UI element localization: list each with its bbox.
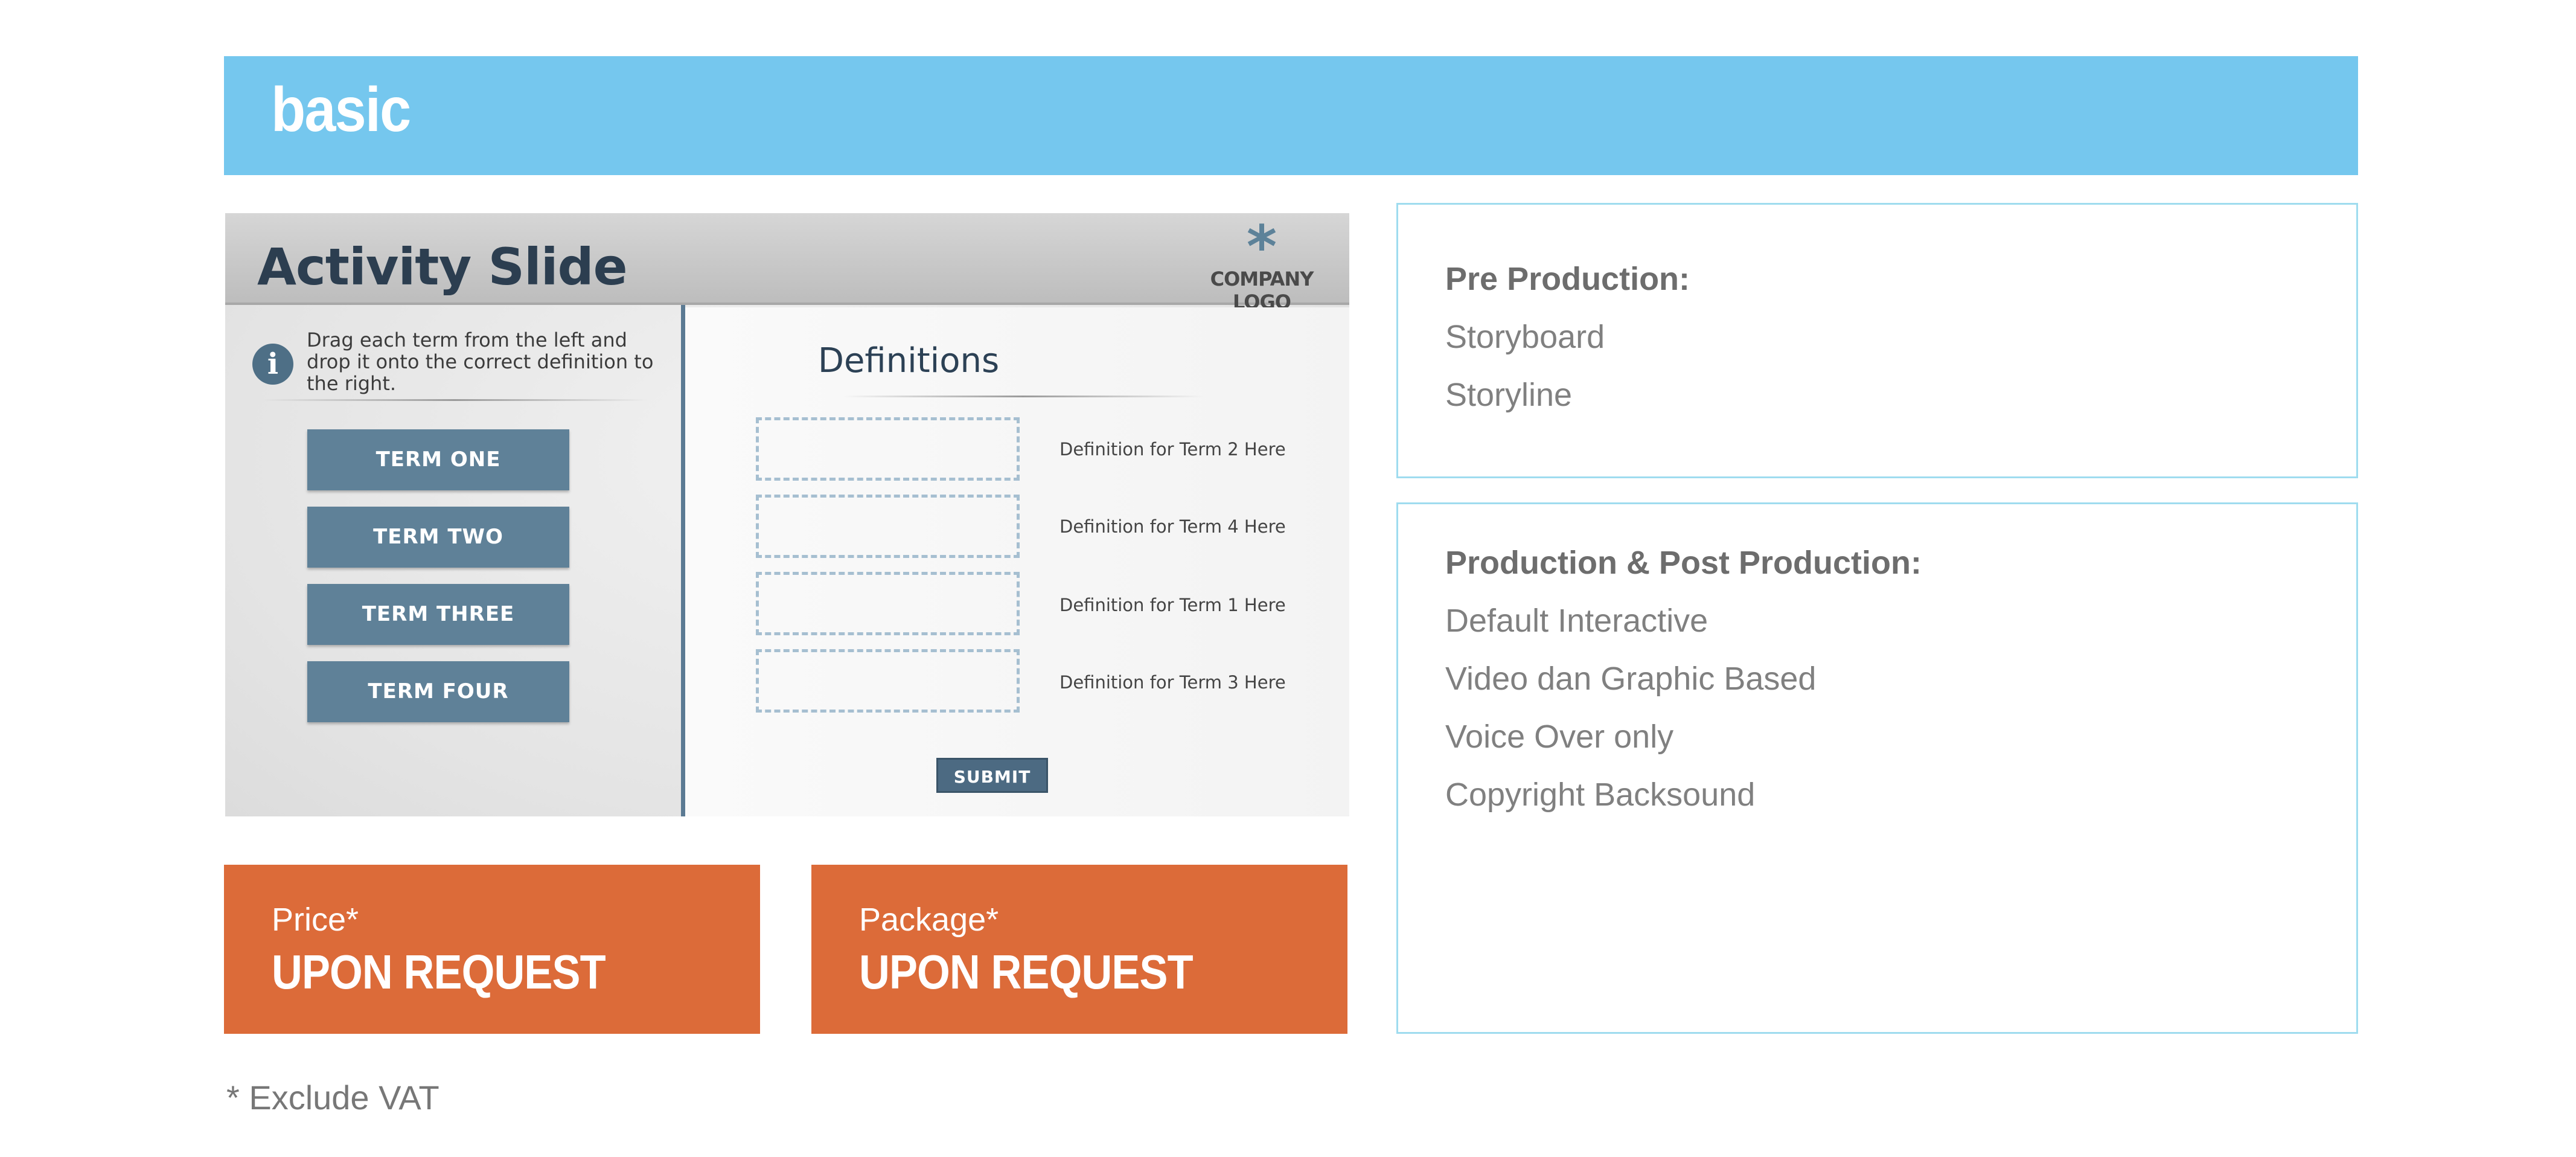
production-item: Video dan Graphic Based: [1445, 661, 1817, 697]
slide-title: Activity Slide: [257, 237, 628, 296]
pre-production-item: Storyboard: [1445, 319, 1605, 355]
vat-footnote: * Exclude VAT: [226, 1078, 439, 1117]
production-item: Default Interactive: [1445, 603, 1708, 639]
pre-production-item: Storyline: [1445, 377, 1573, 413]
drop-target-2[interactable]: [756, 495, 1020, 558]
production-heading: Production & Post Production:: [1445, 545, 1922, 581]
definition-3: Definition for Term 1 Here: [1059, 595, 1286, 615]
instruction-text: Drag each term from the left and drop it…: [307, 329, 654, 395]
activity-slide-preview: Activity Slide * COMPANY LOGO i Drag eac…: [225, 213, 1349, 816]
package-value: UPON REQUEST: [859, 945, 1194, 999]
term-three-tile[interactable]: TERM THREE: [307, 584, 569, 645]
price-box: Price* UPON REQUEST: [224, 865, 760, 1034]
drop-target-1[interactable]: [756, 417, 1020, 481]
definition-2: Definition for Term 4 Here: [1059, 516, 1286, 537]
pre-production-panel: Pre Production: Storyboard Storyline: [1396, 203, 2358, 478]
production-item: Voice Over only: [1445, 719, 1674, 755]
company-logo: * COMPANY LOGO: [1189, 218, 1334, 313]
package-label: Package*: [859, 902, 999, 938]
term-four-tile[interactable]: TERM FOUR: [307, 661, 569, 722]
header-bar: basic: [224, 56, 2358, 175]
company-logo-text: COMPANY LOGO: [1210, 268, 1314, 313]
definitions-title: Definitions: [817, 341, 1000, 380]
production-panel: Production & Post Production: Default In…: [1396, 502, 2358, 1034]
panel-divider: [681, 305, 685, 816]
drop-target-3[interactable]: [756, 572, 1020, 635]
info-icon: i: [252, 344, 293, 385]
price-label: Price*: [272, 902, 359, 938]
definitions-divider: [842, 396, 1204, 397]
term-two-tile[interactable]: TERM TWO: [307, 507, 569, 568]
page-title: basic: [271, 75, 411, 145]
definition-4: Definition for Term 3 Here: [1059, 672, 1286, 693]
package-box: Package* UPON REQUEST: [811, 865, 1347, 1034]
price-value: UPON REQUEST: [272, 945, 606, 999]
term-one-tile[interactable]: TERM ONE: [307, 429, 569, 490]
submit-button[interactable]: SUBMIT: [936, 758, 1048, 793]
definition-1: Definition for Term 2 Here: [1059, 439, 1286, 460]
slide-header: Activity Slide * COMPANY LOGO: [225, 213, 1349, 313]
terms-panel: i Drag each term from the left and drop …: [225, 307, 681, 816]
instruction-divider: [261, 399, 648, 401]
drop-target-4[interactable]: [756, 649, 1020, 713]
production-item: Copyright Backsound: [1445, 777, 1756, 813]
pre-production-heading: Pre Production:: [1445, 261, 1690, 297]
definitions-panel: Definitions Definition for Term 2 Here D…: [685, 307, 1349, 816]
